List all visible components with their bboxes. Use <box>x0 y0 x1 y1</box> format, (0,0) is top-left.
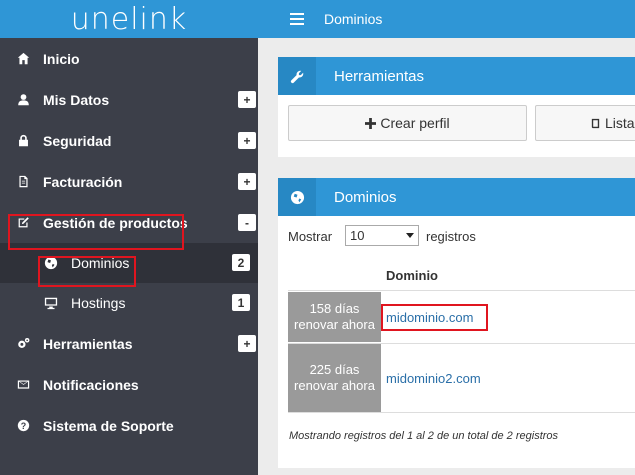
sidebar-item-mis-datos[interactable]: Mis Datos + <box>0 79 258 120</box>
edit-icon <box>16 216 30 230</box>
expand-badge[interactable]: + <box>238 91 256 108</box>
sidebar-subitem-hostings[interactable]: Hostings 1 <box>0 283 258 323</box>
create-profile-button[interactable]: Crear perfil <box>288 105 527 141</box>
home-icon <box>16 52 30 66</box>
sidebar-item-facturacion[interactable]: Facturación + <box>0 161 258 202</box>
table-divider <box>288 412 635 413</box>
sidebar-nav: Inicio Mis Datos + Seguridad + Facturaci… <box>0 38 258 446</box>
help-icon: ? <box>16 419 30 433</box>
count-badge: 2 <box>232 254 250 271</box>
lock-icon <box>16 134 30 148</box>
page-size-select[interactable]: 10 <box>345 225 419 246</box>
days-remaining: 158 días <box>309 301 360 316</box>
domains-panel-title: Dominios <box>334 188 397 206</box>
table-divider <box>288 290 635 291</box>
sidebar-item-label: Facturación <box>43 173 123 190</box>
envelope-icon <box>16 378 30 392</box>
renew-badge[interactable]: 158 días renovar ahora <box>288 292 381 342</box>
sidebar-item-inicio[interactable]: Inicio <box>0 38 258 79</box>
table-info: Mostrando registros del 1 al 2 de un tot… <box>289 430 559 442</box>
sidebar-item-notificaciones[interactable]: Notificaciones <box>0 364 258 405</box>
chevron-down-icon <box>406 233 414 238</box>
collapse-badge[interactable]: - <box>238 214 256 231</box>
renew-badge[interactable]: 225 días renovar ahora <box>288 344 381 412</box>
globe-icon <box>278 178 316 216</box>
svg-text:?: ? <box>20 421 25 431</box>
sidebar-item-label: Notificaciones <box>43 376 139 393</box>
domains-panel-header: Dominios <box>278 178 635 216</box>
renew-now-link: renovar ahora <box>294 378 375 393</box>
sidebar-item-label: Gestión de productos <box>43 214 188 231</box>
list-label: Lista <box>605 115 635 131</box>
show-label: Mostrar <box>288 229 333 244</box>
page-title: Dominios <box>324 11 383 27</box>
sidebar-item-label: Sistema de Soporte <box>43 417 174 434</box>
sidebar-subitem-label: Hostings <box>71 295 126 311</box>
wrench-icon <box>278 57 316 95</box>
sidebar-item-label: Mis Datos <box>43 91 110 108</box>
sidebar-item-label: Inicio <box>43 50 80 67</box>
renew-now-link: renovar ahora <box>294 317 375 332</box>
create-profile-label: Crear perfil <box>380 115 450 131</box>
page-size-value: 10 <box>350 228 365 243</box>
sidebar-item-gestion-productos[interactable]: Gestión de productos - <box>0 202 258 243</box>
sidebar-subitem-dominios[interactable]: Dominios 2 <box>0 243 258 283</box>
sidebar-item-herramientas[interactable]: Herramientas + <box>0 323 258 364</box>
sidebar-item-label: Seguridad <box>43 132 112 149</box>
column-header-domain[interactable]: Dominio <box>386 268 438 283</box>
tools-panel-header: Herramientas <box>278 57 635 95</box>
sidebar-item-seguridad[interactable]: Seguridad + <box>0 120 258 161</box>
expand-badge[interactable]: + <box>238 132 256 149</box>
records-label: registros <box>426 229 476 244</box>
days-remaining: 225 días <box>309 362 360 377</box>
domain-link[interactable]: midominio2.com <box>386 371 481 386</box>
sidebar-item-soporte[interactable]: ? Sistema de Soporte <box>0 405 258 446</box>
expand-badge[interactable]: + <box>238 173 256 190</box>
globe-icon <box>44 256 58 270</box>
file-icon <box>16 175 30 189</box>
domain-link[interactable]: midominio.com <box>386 310 473 325</box>
sidebar: unelink Inicio Mis Datos + Seguridad + F… <box>0 0 258 475</box>
list-button[interactable]: Lista <box>535 105 635 141</box>
book-icon <box>591 118 600 128</box>
tools-panel-title: Herramientas <box>334 67 425 85</box>
sidebar-item-label: Herramientas <box>43 335 133 352</box>
user-icon <box>16 93 30 107</box>
brand-logo[interactable]: unelink <box>0 0 258 38</box>
sidebar-subitem-label: Dominios <box>71 255 130 271</box>
menu-toggle-icon[interactable] <box>290 13 304 25</box>
monitor-icon <box>44 296 58 310</box>
plus-icon <box>365 117 377 129</box>
top-bar: Dominios <box>258 0 635 38</box>
count-badge: 1 <box>232 294 250 311</box>
cogs-icon <box>16 337 30 351</box>
expand-badge[interactable]: + <box>238 335 256 352</box>
